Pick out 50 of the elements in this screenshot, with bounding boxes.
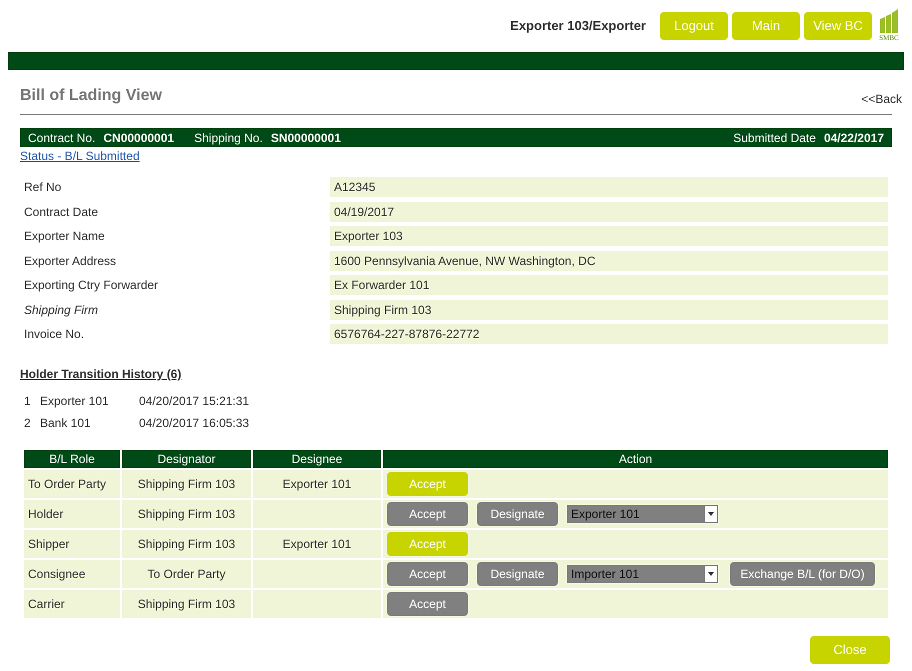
submitted-date: 04/22/2017 (824, 130, 884, 146)
table-cell: Consignee (23, 559, 121, 589)
field-label: Shipping Firm (24, 302, 100, 318)
field-value: Exporter 103 (330, 226, 888, 246)
column-header: Action (382, 449, 889, 469)
table-cell: Shipper (23, 529, 121, 559)
contract-label: Contract No. (28, 130, 96, 146)
column-header: Designator (121, 449, 252, 469)
shipping-number: SN00000001 (270, 130, 341, 146)
table-cell: Shipping Firm 103 (121, 499, 252, 529)
field-value: A12345 (330, 177, 888, 197)
history-holder: Exporter 101 (40, 393, 110, 410)
field-label: Contract Date (24, 204, 100, 220)
shipping-label: Shipping No. (194, 130, 263, 146)
table-cell: Shipping Firm 103 (121, 469, 252, 499)
status-link[interactable]: Status - B/L Submitted (20, 147, 892, 165)
field-value: Ex Forwarder 101 (330, 275, 888, 295)
user-label: Exporter 103/Exporter (510, 17, 646, 36)
history-index: 1 (23, 393, 32, 410)
caret-icon (708, 572, 714, 576)
field-label: Invoice No. (24, 326, 86, 343)
page-title: Bill of Lading View (20, 86, 162, 106)
field-value: 1600 Pennsylvania Avenue, NW Washington, DC (330, 250, 888, 270)
field-label: Exporter Address (24, 252, 118, 270)
history-time: 04/20/2017 16:05:33 (139, 415, 250, 432)
table-cell: Exporter 101 (252, 469, 382, 499)
table-cell: Exporter 101 (252, 529, 382, 559)
table-cell: To Order Party (23, 469, 121, 499)
table-cell: Carrier (23, 589, 121, 619)
table-cell: Shipping Firm 103 (121, 529, 252, 559)
submitted-label: Submitted Date (733, 130, 816, 146)
caret-icon (708, 512, 714, 516)
field-value: 04/19/2017 (330, 202, 888, 222)
field-label: Ref No (24, 179, 62, 196)
field-value: Shipping Firm 103 (330, 300, 888, 320)
contract-number: CN00000001 (103, 130, 174, 146)
history-index: 2 (23, 415, 32, 432)
history-time: 04/20/2017 15:21:31 (139, 393, 250, 410)
table-cell: Shipping Firm 103 (121, 589, 252, 619)
column-header: Designee (252, 449, 382, 469)
back-link[interactable]: <<Back (861, 90, 902, 108)
field-label: Exporter Name (24, 228, 106, 245)
table-cell: Holder (23, 499, 121, 529)
column-header: B/L Role (23, 449, 121, 469)
table-cell: To Order Party (121, 559, 252, 589)
history-title: Holder Transition History (6) (20, 367, 182, 381)
history-holder: Bank 101 (40, 415, 92, 432)
logo-icon (878, 8, 900, 33)
field-value: 6576764-227-87876-22772 (330, 324, 888, 344)
field-label: Exporting Ctry Forwarder (24, 277, 160, 294)
